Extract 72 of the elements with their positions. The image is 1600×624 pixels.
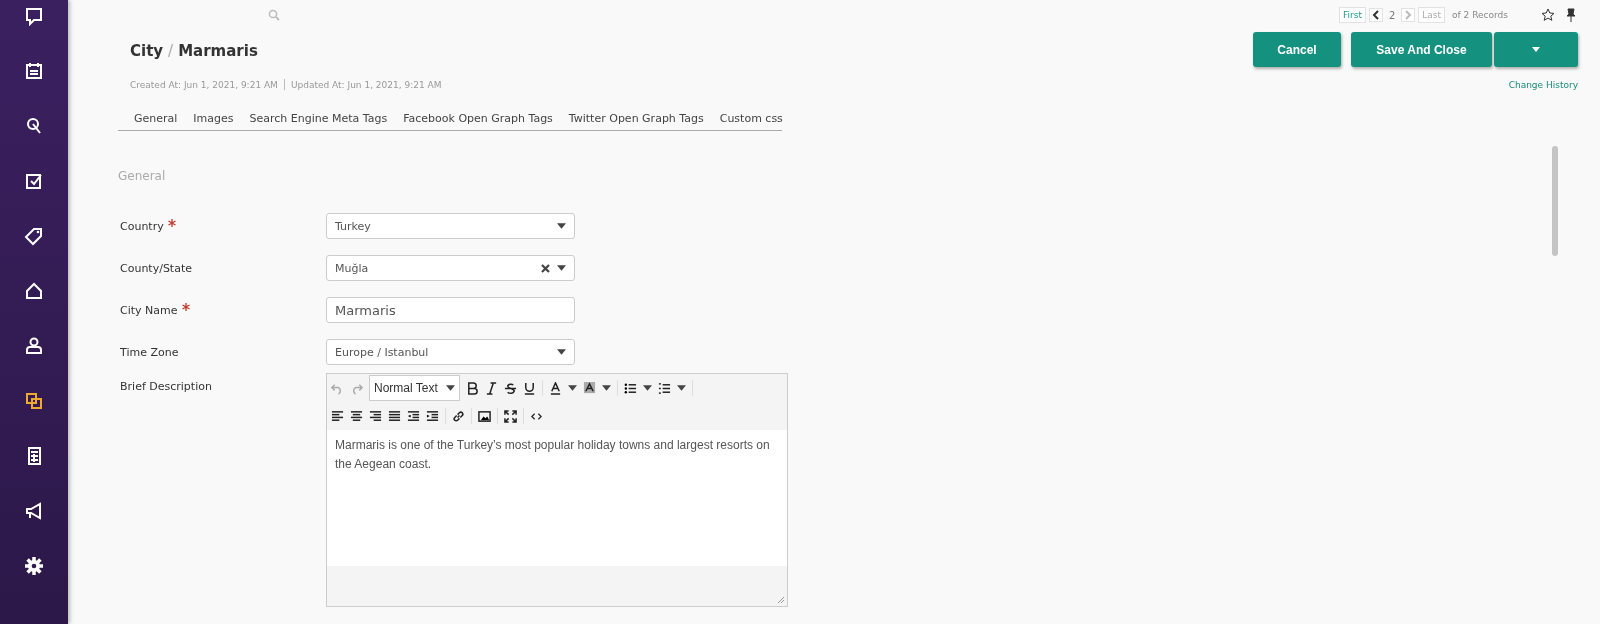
checklist-icon[interactable]: [24, 171, 44, 191]
align-left-icon[interactable]: [331, 409, 344, 423]
caret-icon: [445, 385, 455, 391]
star-icon[interactable]: [1541, 8, 1555, 22]
chat-icon[interactable]: [24, 6, 44, 26]
fullscreen-icon[interactable]: [504, 409, 517, 423]
tab[interactable]: Images: [185, 108, 242, 130]
page-title: Marmaris: [178, 42, 258, 60]
megaphone-icon[interactable]: [24, 501, 44, 521]
caret-icon: [1532, 47, 1540, 52]
italic-icon[interactable]: [484, 381, 498, 395]
tab[interactable]: Twitter Open Graph Tags: [560, 108, 712, 130]
text-field[interactable]: Marmaris: [326, 297, 575, 323]
tab[interactable]: Search Engine Meta Tags: [241, 108, 396, 130]
save-and-close-button[interactable]: Save And Close: [1351, 32, 1492, 67]
select-field[interactable]: Europe / Istanbul: [326, 339, 575, 365]
text-color-icon[interactable]: [548, 381, 562, 395]
page-number: 2: [1387, 9, 1397, 21]
tab[interactable]: General: [126, 108, 186, 130]
created-at: Created At: Jun 1, 2021, 9:21 AM: [130, 79, 278, 90]
indent-icon[interactable]: [426, 409, 439, 423]
chevron-left-icon: [1371, 10, 1380, 20]
tag-icon[interactable]: [24, 226, 44, 246]
bullet-list-icon[interactable]: [623, 381, 637, 395]
change-history-link[interactable]: Change History: [1508, 79, 1578, 90]
copy-icon[interactable]: [24, 391, 44, 411]
calendar-icon[interactable]: [24, 61, 44, 81]
clear-icon[interactable]: [541, 263, 550, 273]
description-text[interactable]: Marmaris is one of the Turkey’s most popular holiday towns and largest resorts on the Aegean coast.: [327, 430, 787, 566]
section-title: General: [118, 169, 167, 185]
align-right-icon[interactable]: [369, 409, 382, 423]
caret-icon: [557, 265, 566, 271]
field-label: Time Zone: [120, 345, 179, 359]
chevron-right-icon: [1404, 10, 1413, 20]
strikethrough-icon[interactable]: [503, 381, 517, 395]
select-field[interactable]: Turkey: [326, 213, 575, 239]
breadcrumb-separator: /: [168, 42, 174, 60]
home-icon[interactable]: [24, 281, 44, 301]
tab[interactable]: Custom css: [711, 108, 791, 130]
caret-icon: [601, 385, 611, 391]
numbered-list-icon[interactable]: [657, 381, 671, 395]
justify-icon[interactable]: [388, 409, 401, 423]
resize-grip-icon[interactable]: [777, 596, 785, 604]
align-center-icon[interactable]: [350, 409, 363, 423]
caret-icon: [557, 223, 566, 229]
updated-at: Updated At: Jun 1, 2021, 9:21 AM: [290, 79, 442, 90]
first-button[interactable]: First: [1339, 7, 1366, 23]
highlight-icon[interactable]: [582, 381, 596, 395]
select-field[interactable]: Muğla: [326, 255, 575, 281]
caret-icon: [676, 385, 686, 391]
image-icon[interactable]: [478, 409, 491, 423]
breadcrumb-parent[interactable]: City: [130, 42, 164, 60]
link-icon[interactable]: [452, 409, 465, 423]
field-label: County/State: [120, 261, 192, 275]
record-count: of 2 Records: [1452, 10, 1508, 20]
tab[interactable]: Facebook Open Graph Tags: [395, 108, 561, 130]
previous-button[interactable]: [1368, 8, 1383, 22]
settings-icon[interactable]: [24, 556, 44, 576]
caret-icon: [567, 385, 577, 391]
pin-icon[interactable]: [1564, 8, 1578, 22]
underline-icon[interactable]: [522, 381, 536, 395]
user-icon[interactable]: [24, 336, 44, 356]
field-label: City Name: [120, 303, 178, 317]
outdent-icon[interactable]: [407, 409, 420, 423]
field-label: Brief Description: [120, 379, 212, 393]
caret-icon: [642, 385, 652, 391]
field-label: Country: [120, 219, 164, 233]
scrollbar-thumb[interactable]: [1552, 146, 1558, 256]
cancel-button[interactable]: Cancel: [1253, 32, 1341, 67]
caret-icon: [557, 349, 566, 355]
bold-icon[interactable]: [465, 381, 479, 395]
format-dropdown[interactable]: Normal Text: [369, 375, 460, 401]
